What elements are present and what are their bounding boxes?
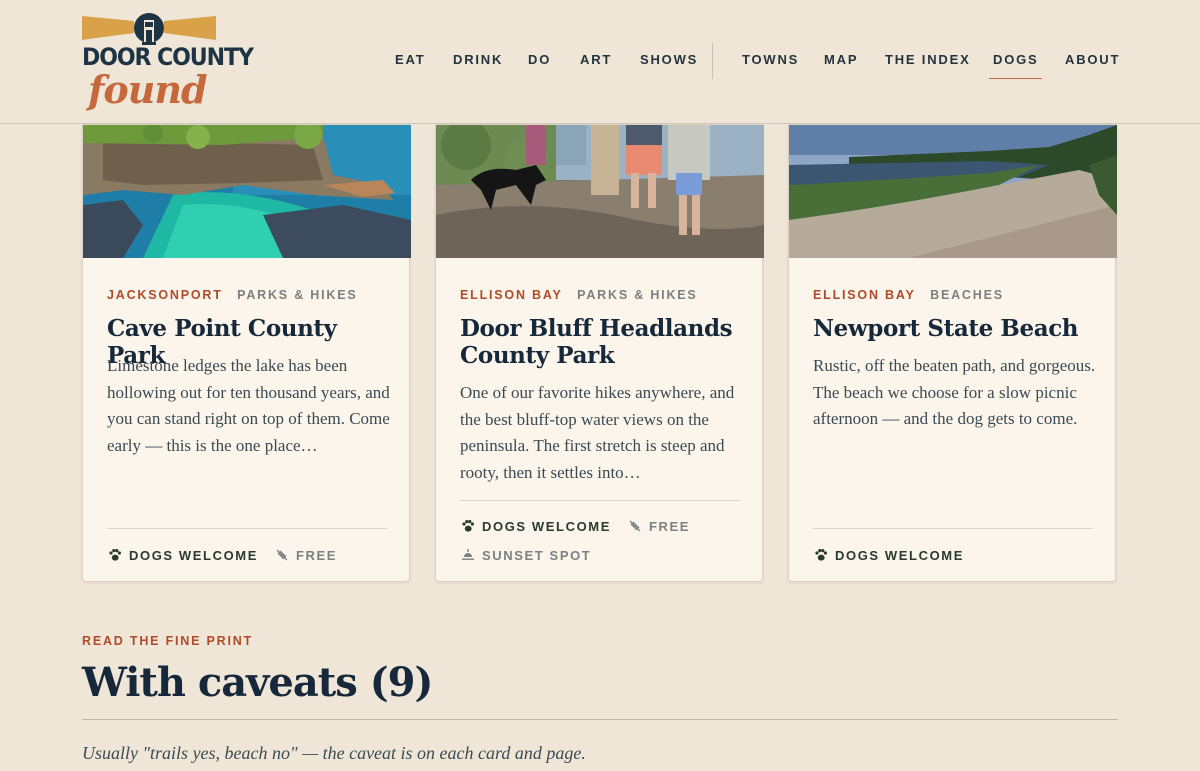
category-tag[interactable]: BEACHES — [930, 288, 1004, 302]
nav-about[interactable]: ABOUT — [1065, 52, 1120, 67]
nav-the-index[interactable]: THE INDEX — [885, 52, 971, 67]
lighthouse-icon — [82, 13, 216, 45]
feature-dogs-welcome: DOGS WELCOME FREE — [460, 519, 690, 534]
place-card-door-bluff[interactable]: ELLISON BAY PARKS & HIKES Door Bluff Hea… — [435, 124, 764, 582]
card-photo-cave-point[interactable] — [83, 125, 411, 258]
nav-dogs[interactable]: DOGS — [988, 52, 1044, 79]
feature-dogs-welcome: DOGS WELCOME — [813, 548, 964, 563]
section-title: With caveats (9) — [82, 659, 433, 706]
card-title[interactable]: Door Bluff Headlands County Park — [460, 315, 750, 369]
card-description: One of our favorite hikes anywhere, and … — [460, 383, 735, 483]
card-title[interactable]: Newport State Beach — [813, 315, 1103, 342]
card-tags: ELLISON BAY BEACHES — [813, 286, 1004, 304]
section-divider — [82, 719, 1118, 720]
feature-label: DOGS WELCOME — [482, 519, 611, 534]
nav-towns[interactable]: TOWNS — [742, 52, 799, 67]
town-tag[interactable]: ELLISON BAY — [460, 288, 563, 302]
place-card-cave-point[interactable]: JACKSONPORT PARKS & HIKES Cave Point Cou… — [82, 124, 411, 582]
feature-free: FREE — [274, 548, 337, 563]
site-header: DOOR COUNTY found EAT DRINK DO ART SHOWS… — [0, 0, 1200, 124]
nav-divider — [712, 43, 713, 79]
feature-sunset-spot: SUNSET SPOT — [460, 548, 591, 563]
nav-art[interactable]: ART — [580, 52, 612, 67]
no-fee-icon — [629, 520, 641, 532]
feature-label: FREE — [295, 548, 338, 563]
card-tags: ELLISON BAY PARKS & HIKES — [460, 286, 698, 304]
place-card-newport[interactable]: ELLISON BAY BEACHES Newport State Beach … — [788, 124, 1117, 582]
card-divider — [460, 500, 740, 501]
category-tag[interactable]: PARKS & HIKES — [237, 288, 357, 302]
main-nav: EAT DRINK DO ART SHOWS TOWNS MAP THE IND… — [0, 52, 1200, 79]
card-description: Limestone ledges the lake has been hollo… — [107, 356, 390, 456]
nav-shows[interactable]: SHOWS — [640, 52, 698, 67]
nav-do[interactable]: DO — [528, 52, 551, 67]
category-tag[interactable]: PARKS & HIKES — [577, 288, 697, 302]
sunset-icon — [462, 549, 474, 560]
card-divider — [813, 528, 1093, 529]
town-tag[interactable]: JACKSONPORT — [107, 288, 223, 302]
feature-label: SUNSET SPOT — [482, 548, 592, 563]
no-fee-icon — [276, 549, 288, 561]
logo-script: found — [88, 67, 208, 112]
card-tags: JACKSONPORT PARKS & HIKES — [107, 286, 358, 304]
feature-free: FREE — [627, 519, 690, 534]
section-note: Usually "trails yes, beach no" — the cav… — [82, 743, 586, 763]
feature-label: DOGS WELCOME — [835, 548, 964, 563]
section-eyebrow: READ THE FINE PRINT — [82, 634, 254, 648]
card-photo-door-bluff[interactable] — [436, 125, 764, 258]
nav-drink[interactable]: DRINK — [453, 52, 503, 67]
feature-dogs-welcome: DOGS WELCOME FREE — [107, 548, 337, 563]
paw-icon — [109, 549, 121, 561]
paw-icon — [462, 520, 474, 532]
town-tag[interactable]: ELLISON BAY — [813, 288, 916, 302]
feature-label: DOGS WELCOME — [129, 548, 258, 563]
card-divider — [107, 528, 387, 529]
paw-icon — [815, 549, 827, 561]
card-photo-newport[interactable] — [789, 125, 1117, 258]
nav-eat[interactable]: EAT — [395, 52, 425, 67]
card-description: Rustic, off the beaten path, and gorgeou… — [813, 356, 1096, 429]
nav-map[interactable]: MAP — [824, 52, 858, 67]
feature-label: FREE — [648, 519, 691, 534]
